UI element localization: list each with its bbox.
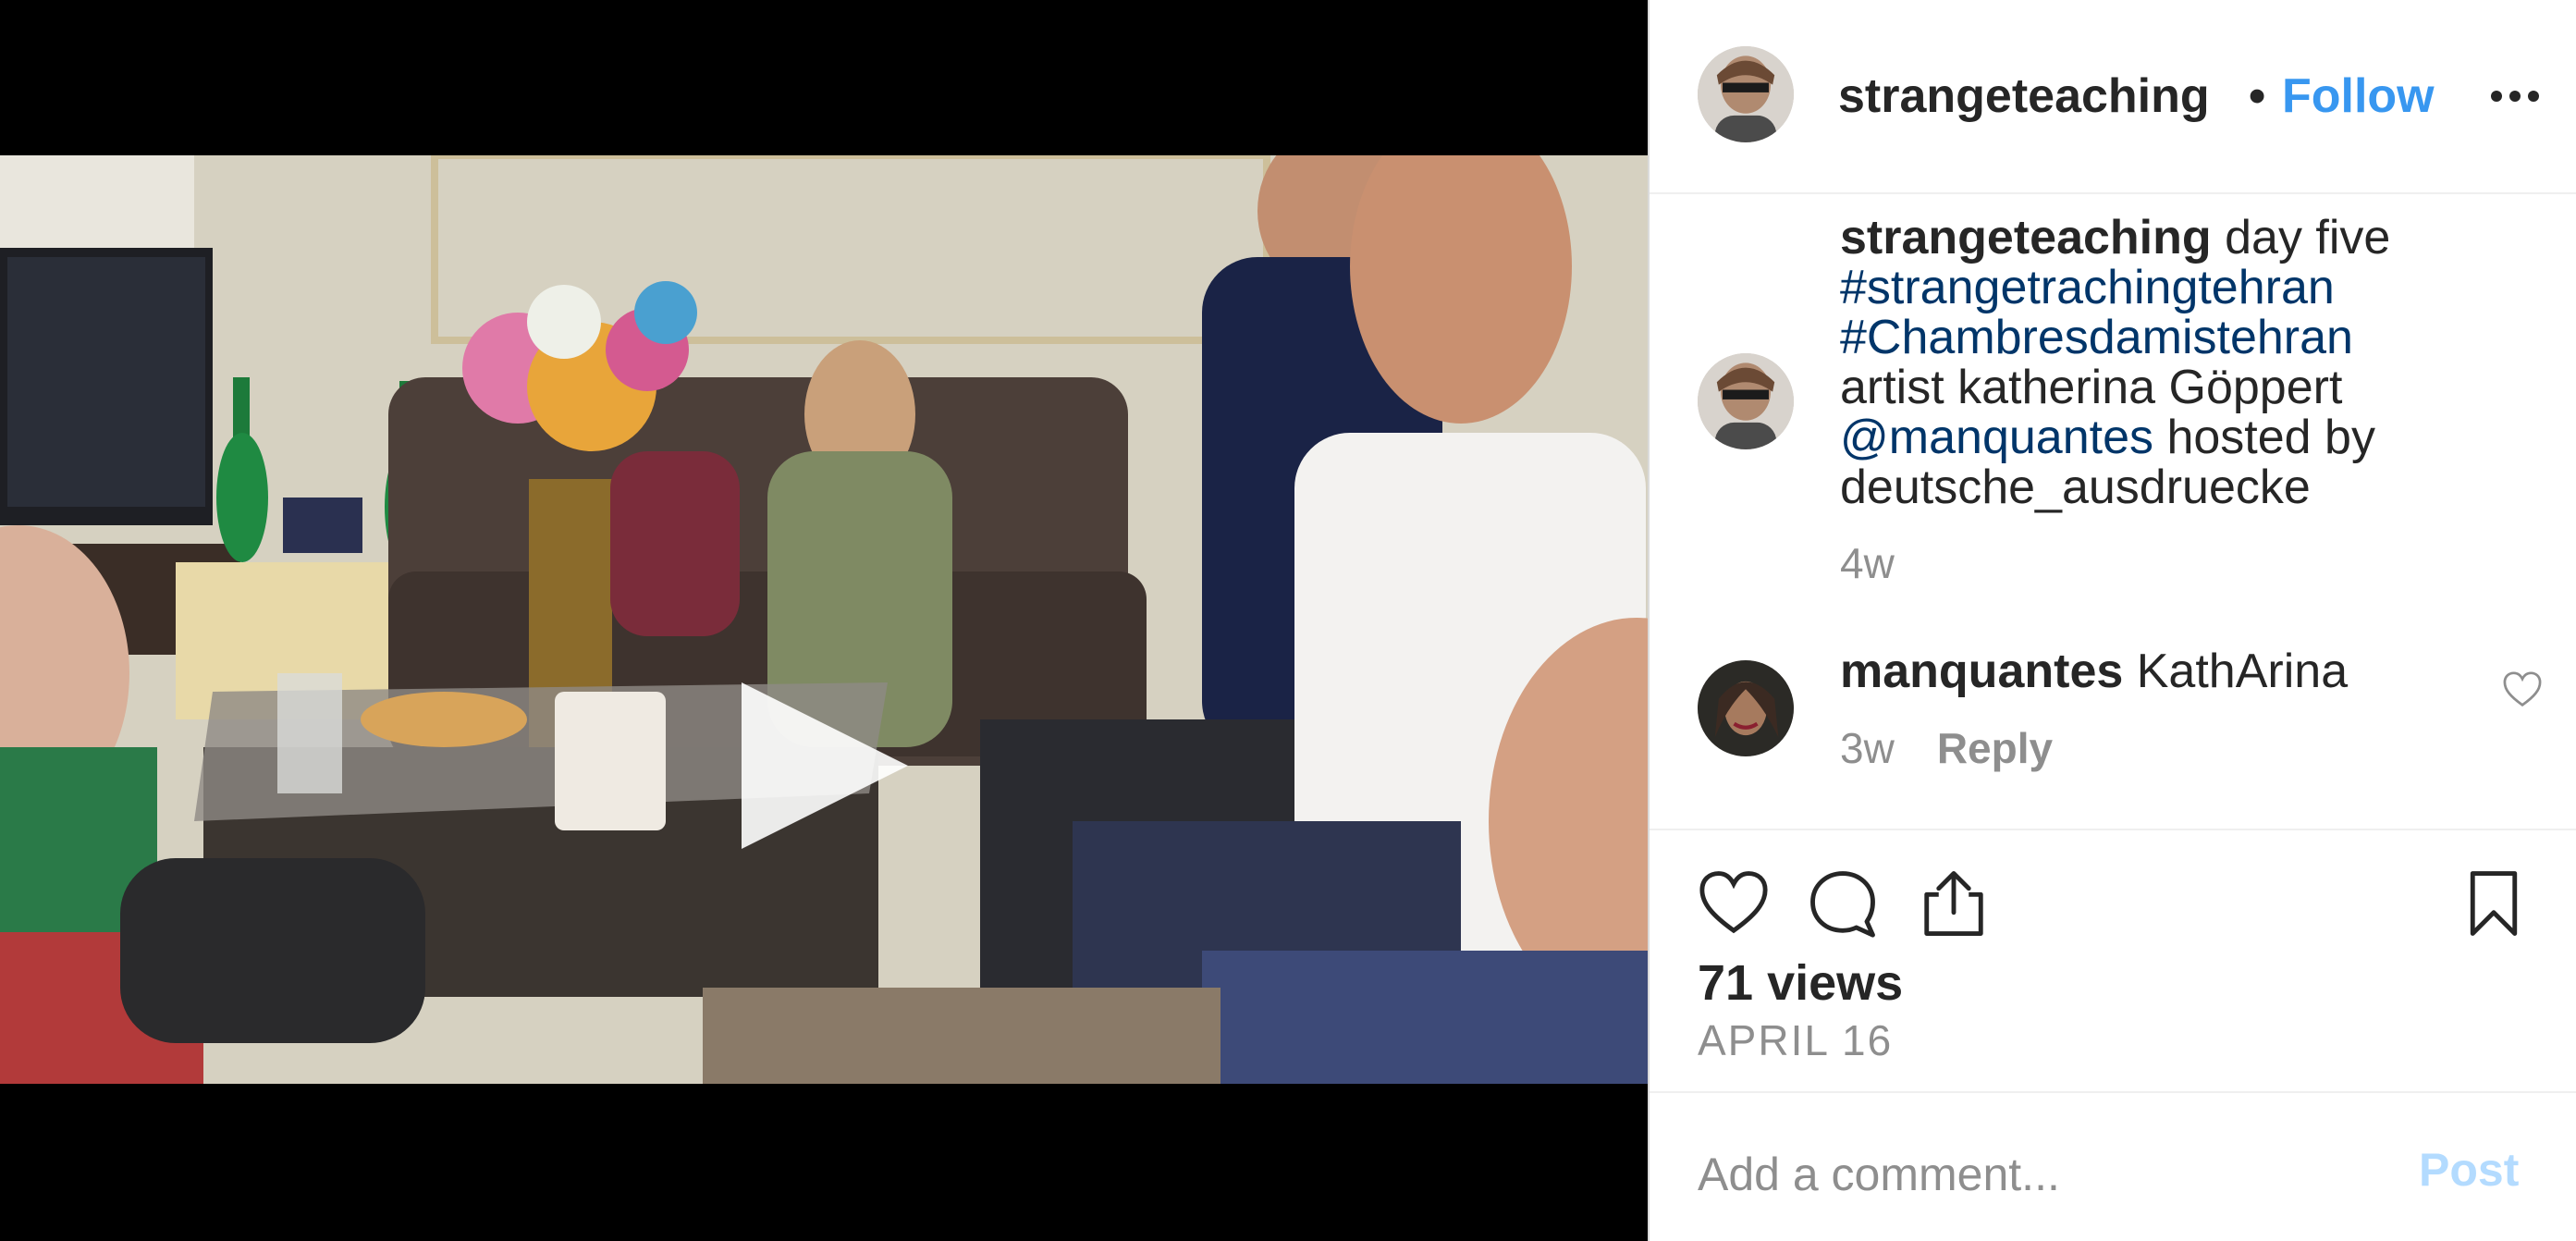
share-upload-icon	[1924, 871, 1983, 936]
caption-timestamp[interactable]: 4w	[1840, 538, 1895, 588]
profile-photo	[1698, 353, 1794, 449]
reply-button[interactable]: Reply	[1937, 724, 2053, 772]
profile-photo	[1698, 46, 1794, 142]
follow-button[interactable]: Follow	[2282, 68, 2435, 124]
post-media	[0, 0, 1648, 1241]
hashtag-link[interactable]: #Chambresdamistehran	[1840, 313, 2543, 362]
heart-outline-icon	[1699, 871, 1768, 934]
post-comment-button[interactable]: Post	[2419, 1143, 2519, 1197]
post-side-panel: strangeteaching • Follow strangeteaching…	[1648, 0, 2576, 1241]
comment-like-button[interactable]	[2502, 671, 2543, 708]
caption-username[interactable]: strangeteaching	[1840, 211, 2212, 264]
caption-mention-line: @manquantes hosted by	[1840, 412, 2543, 462]
bookmark-outline-icon	[2470, 871, 2518, 936]
comment-bubble-icon	[1810, 871, 1875, 938]
caption-first-line: strangeteaching day five	[1840, 213, 2543, 263]
comment-input[interactable]	[1698, 1137, 2382, 1211]
save-button[interactable]	[2458, 867, 2530, 940]
comment-text: manquantes KathArina	[1840, 644, 2348, 699]
caption-author-avatar[interactable]	[1698, 353, 1794, 449]
caption-text: day five	[2211, 211, 2391, 264]
play-icon	[742, 682, 908, 849]
comment-body: KathArina	[2123, 645, 2349, 698]
like-button[interactable]	[1698, 867, 1770, 940]
comment-button[interactable]	[1807, 867, 1879, 940]
post-actions: 71 views APRIL 16	[1650, 829, 2576, 1091]
caption-host-line: deutsche_ausdruecke	[1840, 461, 2311, 514]
comment-meta: 3w Reply	[1840, 723, 2053, 773]
author-avatar[interactable]	[1698, 46, 1794, 142]
commenter-avatar[interactable]	[1698, 660, 1794, 756]
comment-username[interactable]: manquantes	[1840, 645, 2123, 698]
video-frame[interactable]	[0, 155, 1648, 1084]
header-separator: •	[2249, 69, 2266, 123]
play-button[interactable]	[732, 673, 917, 858]
more-options-button[interactable]	[2487, 80, 2543, 113]
caption-artist-line: artist katherina Göppert	[1840, 361, 2343, 414]
hashtag-link[interactable]: #strangetrachingtehran	[1840, 263, 2543, 313]
video-still	[0, 155, 1648, 1084]
caption-hosted-text: hosted by	[2153, 411, 2375, 464]
comment-timestamp[interactable]: 3w	[1840, 724, 1895, 772]
mention-link[interactable]: @manquantes	[1840, 411, 2153, 464]
more-horizontal-icon	[2491, 91, 2539, 102]
post-date[interactable]: APRIL 16	[1698, 1015, 1893, 1065]
add-comment-bar: Post	[1650, 1091, 2576, 1241]
post-header: strangeteaching • Follow	[1650, 0, 2576, 194]
share-button[interactable]	[1918, 867, 1990, 940]
view-count[interactable]: 71 views	[1698, 954, 1903, 1012]
author-username[interactable]: strangeteaching	[1838, 68, 2238, 124]
heart-outline-icon	[2503, 671, 2542, 707]
post-caption: strangeteaching day five #strangetrachin…	[1840, 213, 2543, 512]
comments-list[interactable]: strangeteaching day five #strangetrachin…	[1650, 194, 2576, 829]
profile-photo	[1698, 660, 1794, 756]
